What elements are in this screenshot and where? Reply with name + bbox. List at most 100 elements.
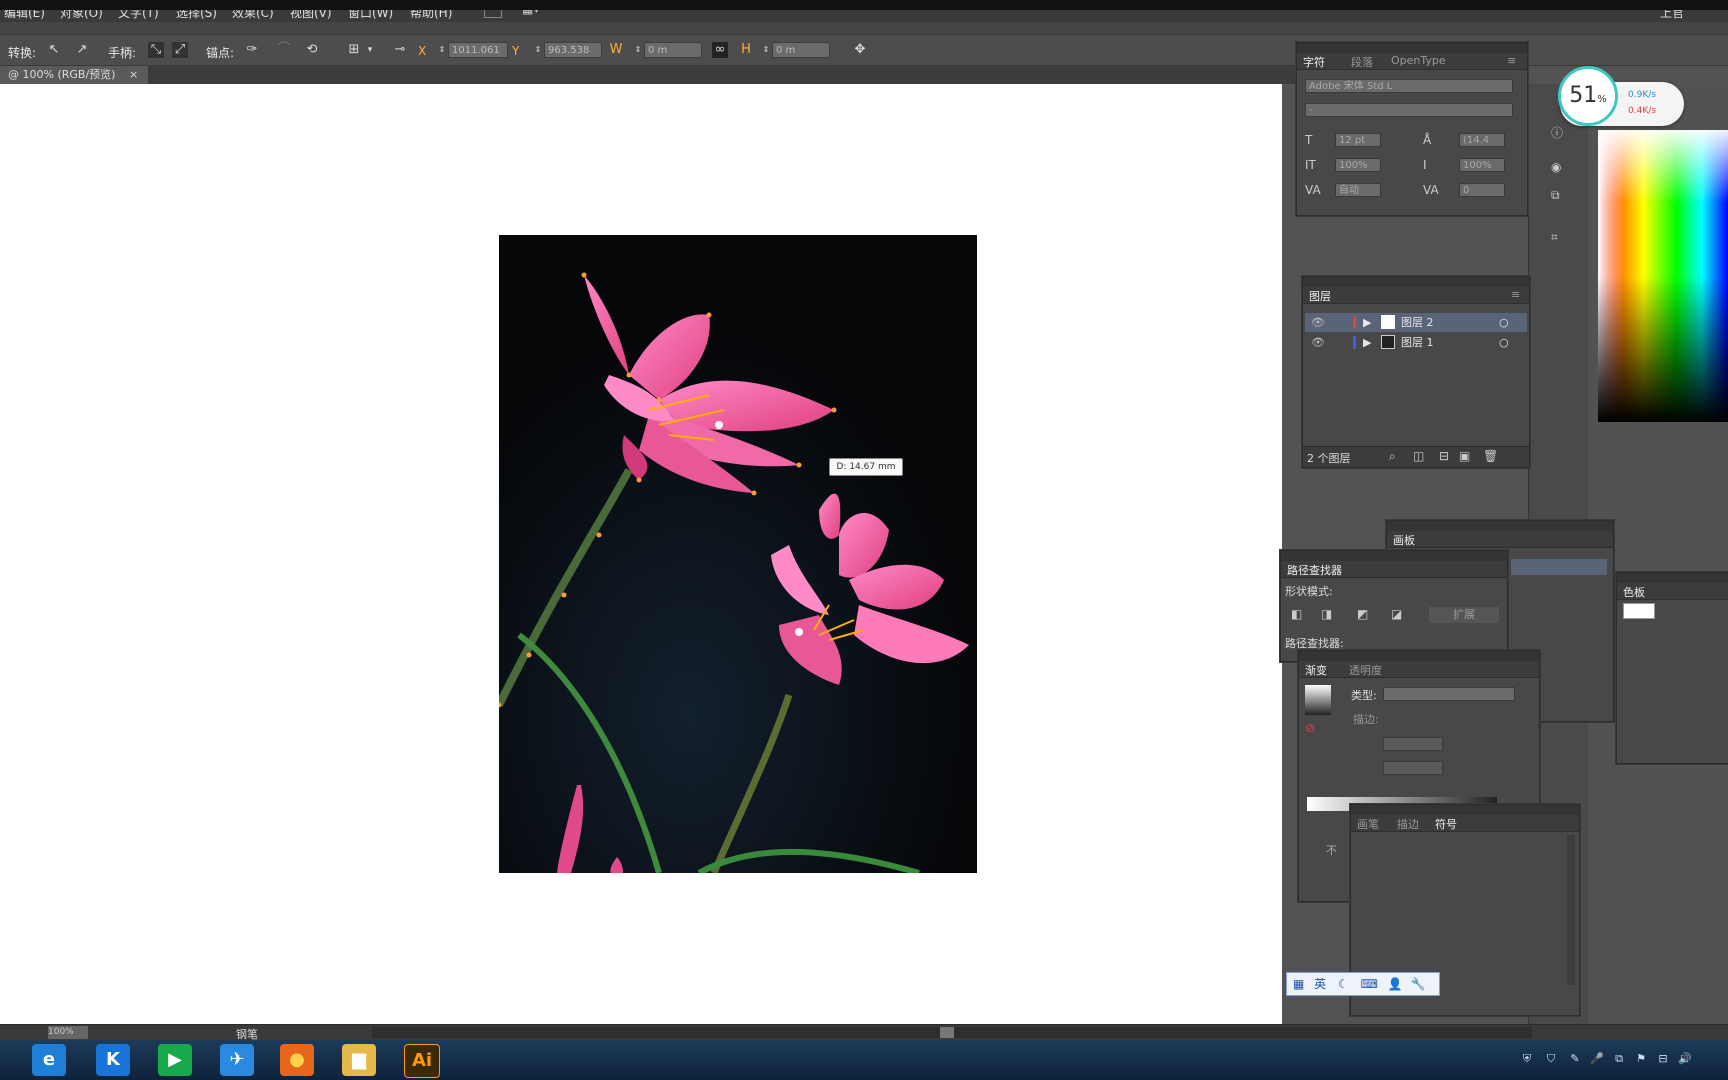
anchor-point-icon[interactable]: ⊸ [392, 42, 408, 58]
gradient-preview[interactable] [1305, 685, 1331, 715]
tab-artboards[interactable]: 画板 [1393, 532, 1415, 548]
tab-brushes[interactable]: 画笔 [1357, 816, 1379, 832]
player-icon[interactable]: ▶ [158, 1044, 192, 1076]
ie-icon[interactable]: e [32, 1044, 66, 1076]
remove-anchor-icon[interactable]: ✑ [244, 42, 260, 58]
layer-row[interactable]: 👁 ▶ 图层 2 ○ [1305, 313, 1527, 332]
intersect-icon[interactable]: ◩ [1357, 607, 1368, 621]
panel-menu-icon[interactable]: ≡ [1507, 54, 1516, 67]
target-circle-icon[interactable]: ○ [1499, 313, 1509, 332]
new-sublayer-icon[interactable]: ⊟ [1439, 449, 1449, 463]
settings-wrench-icon[interactable]: 🔧 [1411, 977, 1426, 991]
illustrator-icon[interactable]: Ai [404, 1044, 440, 1078]
keyboard-icon[interactable]: ⌨ [1361, 977, 1378, 991]
font-family-field[interactable]: Adobe 宋体 Std L [1305, 79, 1513, 93]
font-style-field[interactable]: - [1305, 103, 1513, 117]
expand-triangle-icon[interactable]: ▶ [1363, 333, 1371, 352]
visibility-eye-icon[interactable]: 👁 [1311, 333, 1325, 352]
minus-front-icon[interactable]: ◨ [1321, 607, 1332, 621]
none-swatch[interactable] [1623, 603, 1655, 619]
angle-field[interactable] [1383, 737, 1443, 751]
tab-character[interactable]: 字符 [1303, 54, 1325, 70]
gradient-type-dropdown[interactable] [1383, 687, 1515, 701]
exclude-icon[interactable]: ◪ [1391, 607, 1402, 621]
document-tab-close-icon[interactable]: × [129, 68, 138, 81]
zoom-field[interactable]: 100% [48, 1026, 88, 1039]
user-icon[interactable]: 👤 [1388, 977, 1403, 991]
transform-icon[interactable]: ✥ [852, 42, 868, 58]
isolate-icon[interactable]: ⊞ [346, 42, 362, 58]
width-icon: W [609, 42, 623, 57]
show-handles-icon[interactable]: ⤡ [148, 42, 164, 58]
tab-paragraph[interactable]: 段落 [1351, 54, 1373, 70]
target-circle-icon[interactable]: ○ [1499, 333, 1509, 352]
tray-flag-icon[interactable]: ⚑ [1634, 1052, 1648, 1066]
tray-pen-icon[interactable]: ✎ [1568, 1052, 1582, 1066]
layer-name[interactable]: 图层 1 [1401, 333, 1434, 352]
w-field[interactable]: 0 m [644, 42, 702, 58]
cut-path-icon[interactable]: ⟲ [304, 42, 320, 58]
tray-shield-icon[interactable]: ⛨ [1520, 1052, 1534, 1066]
artboard-image[interactable] [499, 235, 977, 873]
symbols-scrollbar[interactable] [1567, 835, 1575, 985]
appearance-icon[interactable]: ◉ [1551, 160, 1561, 174]
scroll-thumb[interactable] [940, 1027, 954, 1038]
expand-button[interactable]: 扩展 [1429, 607, 1499, 623]
tab-pathfinder[interactable]: 路径查找器 [1287, 562, 1342, 578]
tab-opentype[interactable]: OpenType [1391, 54, 1446, 67]
expand-triangle-icon[interactable]: ▶ [1363, 313, 1371, 332]
layers-menu-icon[interactable]: ≡ [1511, 288, 1520, 301]
layer-name[interactable]: 图层 2 [1401, 313, 1434, 332]
font-size-field[interactable]: 12 pt [1335, 133, 1381, 147]
tab-layers[interactable]: 图层 [1309, 288, 1331, 304]
visibility-eye-icon[interactable]: 👁 [1311, 313, 1325, 332]
layer-color-chip [1353, 336, 1356, 349]
tray-network-icon[interactable]: ⊟ [1656, 1052, 1670, 1066]
tab-symbols[interactable]: 符号 [1435, 816, 1457, 832]
window-top-edge [0, 0, 1728, 10]
kerning-field[interactable]: 自动 [1335, 183, 1381, 197]
none-fill-icon[interactable]: ⊘ [1305, 721, 1315, 735]
convert-smooth-icon[interactable]: ↗ [74, 42, 90, 58]
convert-corner-icon[interactable]: ↖ [46, 42, 62, 58]
delete-layer-icon[interactable]: 🗑 [1483, 449, 1498, 463]
tray-mic-icon[interactable]: 🎤 [1590, 1052, 1604, 1066]
ime-language[interactable]: 英 [1314, 977, 1326, 991]
vertical-scale-field[interactable]: 100% [1335, 158, 1381, 172]
isolate-dropdown-icon[interactable]: ▾ [362, 42, 378, 58]
tracking-field[interactable]: 0 [1459, 183, 1505, 197]
unite-icon[interactable]: ◧ [1291, 607, 1302, 621]
make-clip-mask-icon[interactable]: ◫ [1413, 449, 1424, 463]
layer-row[interactable]: 👁 ▶ 图层 1 ○ [1305, 333, 1527, 352]
aspect-field[interactable] [1383, 761, 1443, 775]
k-app-icon[interactable]: K [96, 1044, 130, 1076]
tab-transparency[interactable]: 透明度 [1349, 662, 1382, 678]
hide-handles-icon[interactable]: ⤢ [172, 42, 188, 58]
bird-icon[interactable]: ✈ [220, 1044, 254, 1076]
transform-panel-icon[interactable]: ⌗ [1551, 230, 1558, 245]
folder-icon[interactable]: ▆ [342, 1044, 376, 1076]
graphic-styles-icon[interactable]: ⧉ [1551, 188, 1560, 203]
tab-stroke[interactable]: 描边 [1397, 816, 1419, 832]
half-width-icon[interactable]: ☾ [1338, 977, 1349, 991]
x-field[interactable]: 1011.061 [448, 42, 508, 58]
cpu-percent-ring[interactable]: 51% [1558, 66, 1618, 126]
y-field[interactable]: 963.538 [544, 42, 602, 58]
locate-object-icon[interactable]: ⌕ [1389, 449, 1396, 464]
tray-volume-icon[interactable]: 🔊 [1678, 1052, 1692, 1066]
constrain-link-icon[interactable]: ∞ [712, 42, 728, 58]
tab-gradient[interactable]: 渐变 [1305, 662, 1327, 678]
h-field[interactable]: 0 m [772, 42, 830, 58]
info-icon[interactable]: ⓘ [1551, 124, 1563, 141]
tab-swatches[interactable]: 色板 [1623, 584, 1645, 600]
leading-field[interactable]: (14.4 [1459, 133, 1505, 147]
horizontal-scale-field[interactable]: 100% [1459, 158, 1505, 172]
new-layer-icon[interactable]: ▣ [1459, 449, 1470, 463]
ime-toolbar[interactable]: ▦ 英 ☾ ⌨ 👤 🔧 [1286, 972, 1440, 996]
tray-files-icon[interactable]: ⧉ [1612, 1052, 1626, 1066]
artboard-row[interactable] [1511, 559, 1607, 575]
connect-anchor-icon[interactable]: ⌒ [276, 42, 292, 58]
document-tab[interactable]: @ 100% (RGB/预览) × [0, 66, 148, 84]
tray-security-icon[interactable]: ⛉ [1544, 1052, 1558, 1066]
firefox-icon[interactable]: ● [280, 1044, 314, 1076]
